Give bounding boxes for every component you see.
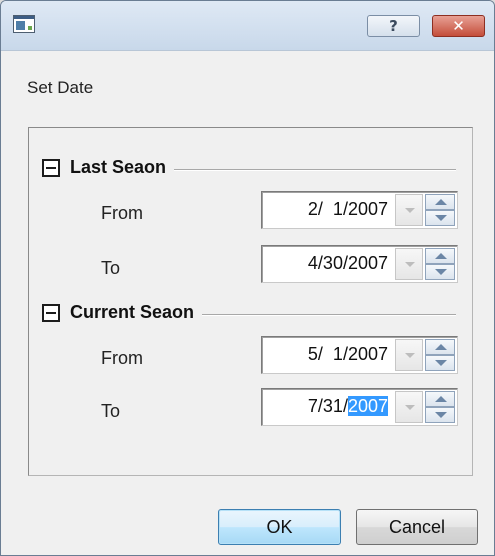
spin-up-icon[interactable]: [425, 391, 455, 407]
section-title: Current Seaon: [70, 302, 203, 323]
spin-up-icon[interactable]: [425, 339, 455, 355]
app-window-icon: [13, 15, 35, 33]
cancel-button[interactable]: Cancel: [356, 509, 478, 545]
last-season-to-label: To: [101, 258, 121, 278]
help-button[interactable]: ?: [367, 15, 420, 37]
close-icon: ✕: [452, 17, 465, 35]
date-text[interactable]: 2/ 1/2007: [262, 192, 388, 228]
current-season-from-date-picker[interactable]: 5/ 1/2007: [261, 336, 458, 374]
spin-down-icon[interactable]: [425, 210, 455, 226]
section-title: Last Seaon: [70, 157, 175, 178]
date-text[interactable]: 5/ 1/2007: [262, 337, 388, 373]
collapse-toggle-icon[interactable]: [42, 159, 60, 177]
calendar-dropdown-button[interactable]: [395, 339, 423, 371]
spin-up-icon[interactable]: [425, 194, 455, 210]
last-season-from-date-picker[interactable]: 2/ 1/2007: [261, 191, 458, 229]
seasons-groupbox: Last Seaon From 2/ 1/2007 To 4/30/2007 C…: [28, 127, 473, 476]
dialog-content: Set Date Last Seaon From 2/ 1/2007 To 4/…: [1, 52, 494, 555]
date-spinner[interactable]: [425, 339, 455, 371]
calendar-dropdown-button[interactable]: [395, 248, 423, 280]
set-date-dialog: ? ✕ Set Date Last Seaon From 2/ 1/2007 T…: [0, 0, 495, 556]
date-text[interactable]: 7/31/2007: [262, 389, 388, 425]
last-season-from-label: From: [101, 203, 143, 223]
spin-up-icon[interactable]: [425, 248, 455, 264]
date-text[interactable]: 4/30/2007: [262, 246, 388, 282]
calendar-dropdown-button[interactable]: [395, 194, 423, 226]
date-spinner[interactable]: [425, 248, 455, 280]
collapse-toggle-icon[interactable]: [42, 304, 60, 322]
date-spinner[interactable]: [425, 194, 455, 226]
date-text-prefix[interactable]: 7/31/: [308, 396, 348, 416]
section-last-season: Last Seaon: [42, 156, 466, 182]
last-season-to-date-picker[interactable]: 4/30/2007: [261, 245, 458, 283]
selected-year-segment[interactable]: 2007: [347, 396, 388, 416]
section-current-season: Current Seaon: [42, 301, 466, 327]
calendar-dropdown-button[interactable]: [395, 391, 423, 423]
spin-down-icon[interactable]: [425, 355, 455, 371]
current-season-to-label: To: [101, 401, 121, 421]
ok-button[interactable]: OK: [218, 509, 341, 545]
spin-down-icon[interactable]: [425, 264, 455, 280]
close-button[interactable]: ✕: [432, 15, 485, 37]
dialog-heading: Set Date: [27, 78, 94, 97]
title-bar[interactable]: ? ✕: [1, 1, 494, 51]
spin-down-icon[interactable]: [425, 407, 455, 423]
current-season-to-date-picker[interactable]: 7/31/2007: [261, 388, 458, 426]
question-mark-icon: ?: [389, 17, 398, 35]
date-spinner[interactable]: [425, 391, 455, 423]
current-season-from-label: From: [101, 348, 143, 368]
